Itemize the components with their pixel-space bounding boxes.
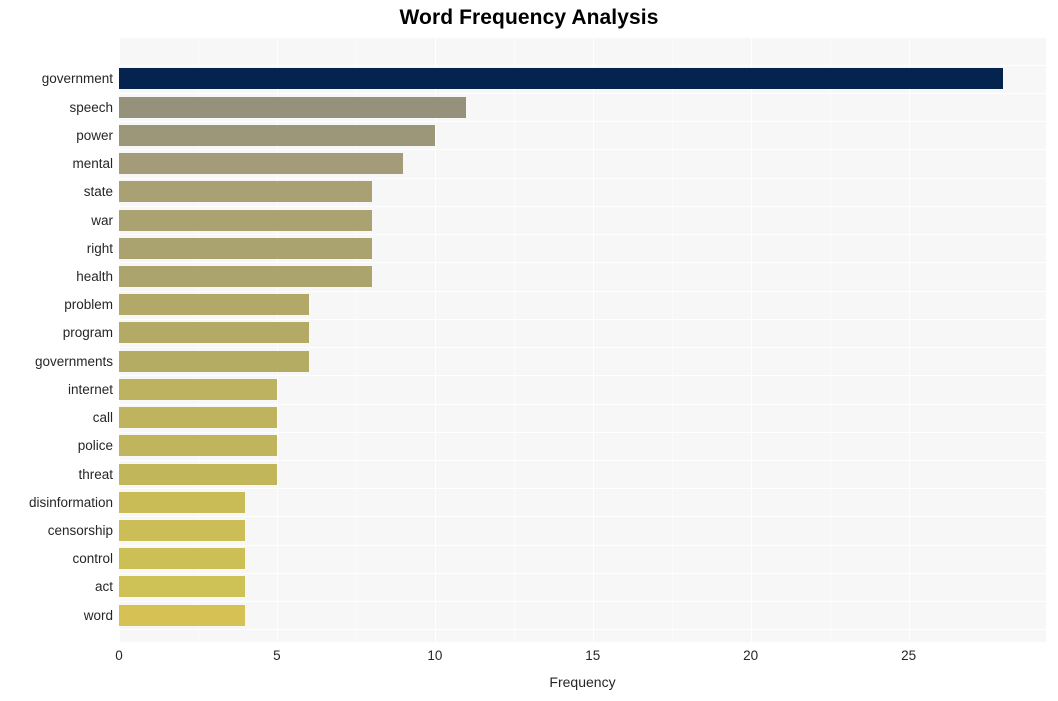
y-axis-tick-label: word [83, 607, 113, 623]
x-axis-tick-label: 15 [585, 648, 601, 663]
bar [119, 237, 372, 259]
bar [119, 350, 309, 372]
y-axis-tick-label: speech [69, 99, 113, 115]
x-axis-ticks: 0 5 10 15 20 25 [115, 648, 1046, 668]
x-axis-tick-label: 25 [901, 648, 917, 663]
y-axis-tick-label: war [91, 212, 113, 228]
x-axis-tick-label: 20 [743, 648, 759, 663]
y-axis-tick-label: control [72, 551, 113, 567]
y-axis-tick-label: government [41, 71, 113, 87]
bar [119, 463, 277, 485]
bar [119, 520, 246, 541]
y-axis-tick-label: power [76, 127, 113, 143]
plot-panel [119, 38, 1046, 642]
y-axis-tick-label: police [77, 438, 113, 454]
bar [119, 96, 467, 118]
word-frequency-chart: Word Frequency Analysis government speech… [0, 0, 1058, 701]
bar [119, 209, 372, 231]
bar [119, 435, 277, 457]
y-axis-tick-label: problem [64, 297, 113, 313]
y-axis-tick-label: act [94, 579, 113, 595]
y-axis-tick-label: health [76, 268, 113, 284]
y-axis-tick-label: mental [72, 156, 113, 172]
bar [119, 604, 246, 626]
bar [119, 378, 277, 400]
bar [119, 548, 246, 570]
bar [119, 124, 435, 146]
x-axis-title: Frequency [549, 674, 616, 690]
bar [119, 265, 372, 287]
y-axis-tick-label: right [86, 240, 113, 256]
y-axis-tick-label: disinformation [28, 494, 113, 510]
bar [119, 322, 309, 344]
bar [119, 181, 372, 203]
bar [119, 576, 246, 598]
x-axis-tick-label: 10 [427, 648, 443, 663]
x-axis-tick-label: 5 [273, 648, 281, 663]
y-axis-tick-label: program [62, 325, 113, 341]
y-axis-tick-label: threat [78, 466, 113, 482]
bar [119, 407, 277, 429]
bar [119, 294, 309, 316]
bar [119, 68, 1004, 90]
bars-layer [119, 38, 1046, 642]
bar [119, 153, 404, 175]
x-axis-tick-label: 0 [115, 648, 123, 663]
bar [119, 491, 246, 513]
y-axis-tick-label: call [92, 410, 113, 426]
y-axis-labels: government speech power mental state war right… [0, 38, 113, 642]
chart-title: Word Frequency Analysis [399, 6, 659, 29]
y-axis-tick-label: internet [67, 381, 113, 397]
y-axis-tick-label: censorship [47, 523, 113, 538]
y-axis-tick-label: governments [34, 353, 113, 369]
y-axis-tick-label: state [83, 184, 113, 200]
